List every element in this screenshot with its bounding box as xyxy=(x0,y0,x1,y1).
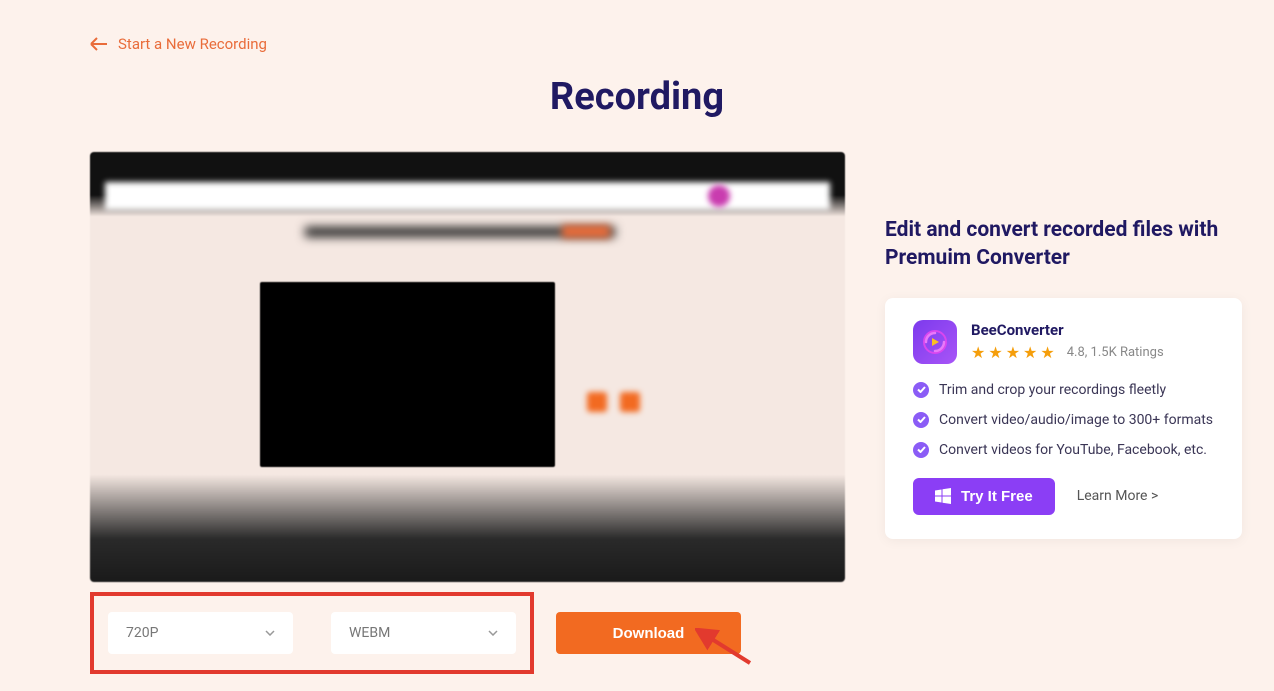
rating-stars: ★ ★ ★ ★ ★ xyxy=(971,343,1055,362)
video-preview xyxy=(90,152,845,582)
format-select[interactable]: WEBM xyxy=(331,612,516,654)
chevron-down-icon xyxy=(488,630,498,636)
format-value: WEBM xyxy=(349,625,390,641)
learn-more-link[interactable]: Learn More > xyxy=(1077,488,1159,504)
star-icon: ★ xyxy=(988,343,1002,362)
rating-text: 4.8, 1.5K Ratings xyxy=(1067,345,1164,360)
star-icon: ★ xyxy=(1040,343,1054,362)
feature-item: Convert videos for YouTube, Facebook, et… xyxy=(913,442,1214,458)
promo-card: BeeConverter ★ ★ ★ ★ ★ 4.8, 1.5K Ratings xyxy=(885,298,1242,539)
resolution-value: 720P xyxy=(126,625,158,641)
page-title: Recording xyxy=(90,75,1184,119)
star-icon: ★ xyxy=(1023,343,1037,362)
product-icon xyxy=(913,320,957,364)
download-button[interactable]: Download xyxy=(556,612,741,654)
try-button-label: Try It Free xyxy=(961,488,1033,505)
windows-icon xyxy=(935,488,951,504)
feature-text: Convert videos for YouTube, Facebook, et… xyxy=(939,442,1207,458)
back-link[interactable]: Start a New Recording xyxy=(90,35,267,53)
feature-text: Convert video/audio/image to 300+ format… xyxy=(939,412,1213,428)
check-icon xyxy=(913,442,929,458)
arrow-left-icon xyxy=(90,37,108,51)
check-icon xyxy=(913,382,929,398)
resolution-select[interactable]: 720P xyxy=(108,612,293,654)
feature-text: Trim and crop your recordings fleetly xyxy=(939,382,1166,398)
promo-title: Edit and convert recorded files with Pre… xyxy=(885,216,1242,273)
product-name: BeeConverter xyxy=(971,321,1214,339)
feature-item: Convert video/audio/image to 300+ format… xyxy=(913,412,1214,428)
annotation-highlight-box: 720P WEBM xyxy=(90,592,534,674)
star-icon: ★ xyxy=(1006,343,1020,362)
feature-list: Trim and crop your recordings fleetly Co… xyxy=(913,382,1214,458)
back-link-label: Start a New Recording xyxy=(118,35,267,53)
feature-item: Trim and crop your recordings fleetly xyxy=(913,382,1214,398)
star-icon: ★ xyxy=(971,343,985,362)
check-icon xyxy=(913,412,929,428)
try-free-button[interactable]: Try It Free xyxy=(913,478,1055,515)
chevron-down-icon xyxy=(265,630,275,636)
